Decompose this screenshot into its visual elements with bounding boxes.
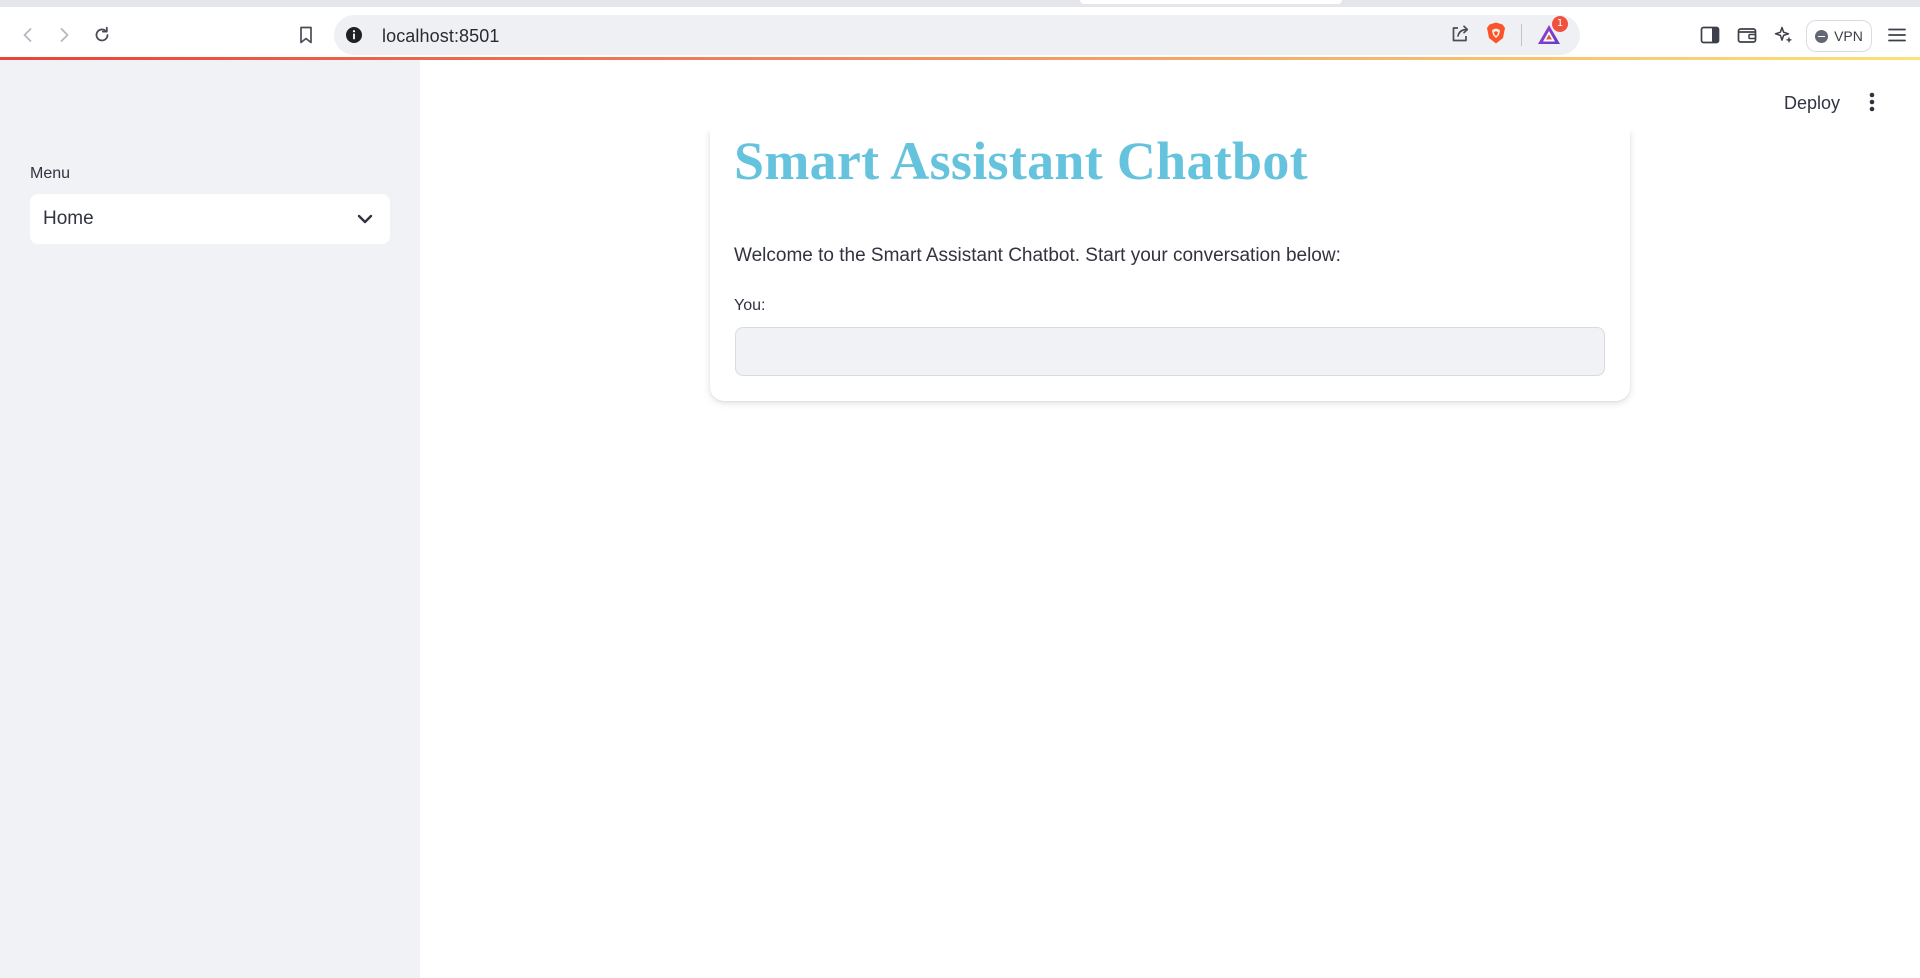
page-title: Smart Assistant Chatbot — [734, 131, 1308, 191]
chat-input-label: You: — [734, 297, 766, 314]
sparkle-icon — [1774, 25, 1794, 45]
sidebar-panel-icon — [1700, 26, 1720, 44]
site-info-icon[interactable] — [344, 25, 364, 45]
vpn-status-icon — [1815, 29, 1829, 43]
menu-select[interactable]: Home — [30, 194, 390, 244]
browser-tabstrip — [0, 0, 1920, 7]
welcome-text: Welcome to the Smart Assistant Chatbot. … — [734, 245, 1341, 266]
brave-rewards-button[interactable]: 1 — [1536, 16, 1568, 48]
vpn-button[interactable]: VPN — [1806, 20, 1872, 52]
address-bar[interactable]: localhost:8501 1 — [334, 15, 1580, 55]
forward-button[interactable] — [48, 19, 80, 51]
browser-toolbar: localhost:8501 1 VPN — [0, 7, 1920, 59]
reload-icon — [92, 25, 112, 45]
main-menu-button[interactable] — [1858, 88, 1886, 120]
leo-ai-button[interactable] — [1768, 19, 1800, 51]
url-text: localhost:8501 — [382, 26, 500, 46]
more-vertical-icon — [1869, 92, 1875, 117]
menu-selected-value: Home — [43, 208, 94, 229]
deploy-button[interactable]: Deploy — [1772, 88, 1852, 120]
chat-input[interactable] — [735, 327, 1605, 376]
wallet-button[interactable] — [1731, 19, 1763, 51]
browser-menu-button[interactable] — [1881, 19, 1913, 51]
sidebar-toggle-button[interactable] — [1694, 19, 1726, 51]
chevron-down-icon[interactable] — [356, 210, 374, 228]
arrow-right-icon — [55, 26, 73, 44]
app-sidebar: Menu Home — [0, 60, 420, 978]
menu-label: Menu — [30, 165, 71, 182]
arrow-left-icon — [19, 26, 37, 44]
active-tab[interactable] — [1080, 0, 1342, 4]
address-bar-divider — [1521, 24, 1522, 46]
share-icon[interactable] — [1449, 22, 1471, 49]
bookmark-icon — [297, 25, 315, 45]
brave-rewards-icon — [1536, 25, 1562, 52]
chat-container: Smart Assistant Chatbot Welcome to the S… — [700, 120, 1640, 401]
brave-shields-icon[interactable] — [1485, 21, 1507, 50]
bookmark-button[interactable] — [290, 19, 322, 51]
back-button[interactable] — [12, 19, 44, 51]
rewards-badge: 1 — [1552, 16, 1568, 32]
vpn-label: VPN — [1834, 28, 1863, 44]
reload-button[interactable] — [86, 19, 118, 51]
wallet-icon — [1737, 26, 1757, 44]
hamburger-menu-icon — [1887, 26, 1907, 44]
